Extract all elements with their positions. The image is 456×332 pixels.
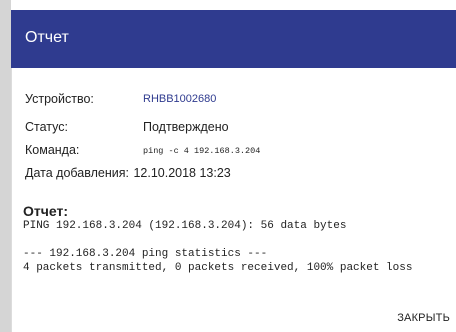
device-link[interactable]: RHBB1002680 bbox=[143, 93, 216, 105]
status-label: Статус: bbox=[25, 120, 68, 134]
report-line: PING 192.168.3.204 (192.168.3.204): 56 d… bbox=[23, 220, 347, 232]
command-value: ping -c 4 192.168.3.204 bbox=[143, 146, 261, 156]
report-line: --- 192.168.3.204 ping statistics --- bbox=[23, 248, 268, 260]
command-label: Команда: bbox=[25, 143, 80, 157]
close-button[interactable]: ЗАКРЫТЬ bbox=[397, 312, 450, 324]
report-line: 4 packets transmitted, 0 packets receive… bbox=[23, 262, 413, 274]
date-row: Дата добавления: 12.10.2018 13:23 bbox=[25, 166, 231, 180]
screen: Отчет Устройство: RHBB1002680 Статус: По… bbox=[0, 0, 456, 332]
date-value: 12.10.2018 13:23 bbox=[133, 166, 231, 180]
dialog-header: Отчет bbox=[11, 10, 456, 68]
device-label: Устройство: bbox=[25, 92, 94, 106]
status-value: Подтверждено bbox=[143, 120, 229, 134]
report-output: PING 192.168.3.204 (192.168.3.204): 56 d… bbox=[23, 219, 412, 275]
device-row: Устройство: RHBB1002680 bbox=[25, 92, 216, 106]
command-row: Команда: ping -c 4 192.168.3.204 bbox=[25, 143, 260, 157]
date-label: Дата добавления: bbox=[25, 166, 129, 180]
backdrop-edge bbox=[0, 0, 11, 332]
report-dialog: Отчет Устройство: RHBB1002680 Статус: По… bbox=[11, 10, 456, 332]
status-row: Статус: Подтверждено bbox=[25, 120, 229, 134]
dialog-title: Отчет bbox=[25, 29, 69, 46]
report-heading: Отчет: bbox=[23, 203, 68, 219]
